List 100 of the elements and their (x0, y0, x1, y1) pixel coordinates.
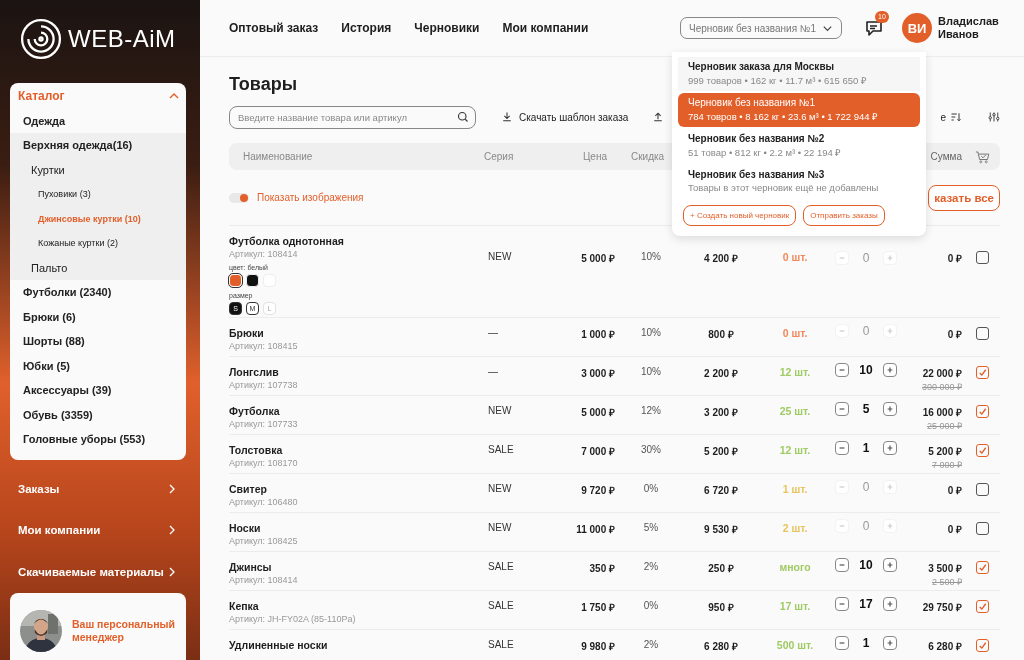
article-number: Артикул: 107738 (229, 380, 299, 390)
order-all-button[interactable]: казать все (928, 184, 1000, 211)
sort-label[interactable]: е (940, 111, 946, 123)
draft-action-button[interactable]: Отправить заказы (803, 205, 885, 226)
logo-icon (20, 18, 62, 61)
nav-link[interactable]: Оптовый заказ (229, 21, 319, 35)
stock-label: много (779, 561, 811, 573)
stock-label: 17 шт. (779, 600, 811, 612)
chat-icon[interactable] (864, 18, 884, 38)
decrease-button[interactable] (835, 636, 849, 650)
search-icon (457, 110, 469, 123)
table-cell: 12% (641, 405, 661, 416)
upload-icon[interactable] (652, 111, 665, 123)
stock-label: 12 шт. (779, 444, 811, 456)
quantity-value: 1 (862, 636, 870, 650)
table-cell-text: 5 200 ₽ (704, 445, 738, 458)
table-cell-text: NEW (487, 522, 513, 533)
decrease-button[interactable] (835, 363, 849, 377)
product-name: Лонгслив (229, 366, 280, 378)
table-cell-text: 950 ₽ (708, 601, 734, 614)
category-item[interactable]: Аксессуары (39) (10, 378, 186, 403)
increase-button[interactable] (883, 441, 897, 455)
table-cell-text: SALE (487, 444, 515, 455)
article-number: Артикул: 108170 (229, 458, 299, 468)
checkbox[interactable] (975, 327, 989, 340)
category-item[interactable]: Футболки (2340) (10, 280, 186, 305)
checkbox[interactable] (975, 639, 989, 652)
download-icon[interactable] (501, 111, 513, 123)
table-cell-text: 4 200 ₽ (704, 252, 738, 265)
product-name: Удлиненные носки (229, 639, 329, 651)
table-cell-text: 6 280 ₽ (704, 640, 738, 653)
category-item[interactable]: Юбки (5) (10, 353, 186, 379)
table-cell: 5% (643, 522, 659, 533)
table-cell: 30% (641, 444, 661, 455)
category-item[interactable]: Кожаные куртки (2) (10, 231, 186, 256)
product-name: Джинсы (229, 561, 273, 573)
category-item[interactable]: Брюки (6) (10, 304, 186, 330)
draft-item[interactable]: Черновик без названия №1 784 товров • 8 162 кг • 23.6 м³ • 1 722 944 ₽ (678, 93, 920, 127)
stock-label: 0 шт. (782, 327, 808, 339)
checkbox[interactable] (975, 561, 989, 574)
sidebar-nav-item[interactable]: Мои компании (10, 509, 186, 552)
decrease-button[interactable] (835, 597, 849, 611)
increase-button[interactable] (883, 636, 897, 650)
toggle-switch[interactable] (229, 192, 249, 203)
category-item[interactable]: Шорты (88) (10, 329, 186, 354)
table-cell-text: — (487, 366, 499, 377)
draft-select[interactable]: Черновик без названия №1 (680, 17, 842, 39)
filter-icon[interactable] (988, 111, 1000, 123)
sidebar-nav-item[interactable]: Заказы (10, 467, 186, 510)
decrease-button[interactable] (835, 558, 849, 572)
decrease-button[interactable] (835, 402, 849, 416)
checkbox[interactable] (975, 444, 989, 457)
increase-button[interactable] (883, 363, 897, 377)
sum-value: 6 280 ₽ (928, 640, 962, 653)
download-link[interactable]: Скачать шаблон заказа (519, 111, 629, 123)
product-name: Носки (229, 522, 262, 534)
manager-label: Ваш персональный менеджер (72, 617, 176, 644)
sum-value: 3 500 ₽ (928, 562, 962, 575)
quantity-value: 10 (859, 558, 873, 572)
category-item[interactable]: Пальто (10, 255, 186, 281)
category-item[interactable]: Одежда (10, 108, 186, 134)
checkbox[interactable] (975, 600, 989, 613)
draft-item[interactable]: Черновик заказа для Москвы 999 товаров • 162 кг • 11.7 м³ • 615 650 ₽ (678, 57, 920, 91)
nav-link[interactable]: Мои компании (502, 21, 589, 35)
increase-button[interactable] (883, 597, 897, 611)
draft-action-button[interactable]: + Создать новый черновик (683, 205, 797, 226)
checkbox[interactable] (975, 366, 989, 379)
table-cell-text: 1 750 ₽ (581, 601, 615, 614)
nav-link[interactable]: Черновики (414, 21, 480, 35)
sum-value: 0 ₽ (947, 484, 962, 497)
draft-item[interactable]: Черновик без названия №2 51 товар • 812 кг • 2.2 м³ • 22 194 ₽ (678, 129, 920, 163)
category-item[interactable]: Верхняя одежда(16) (10, 133, 186, 158)
search-field[interactable]: Введите название товара или артикул (229, 105, 476, 129)
category-item[interactable]: Головные уборы (553) (10, 427, 186, 452)
checkbox[interactable] (975, 483, 989, 496)
color-swatch[interactable] (246, 274, 259, 287)
checkbox[interactable] (975, 405, 989, 418)
sum-value: 0 ₽ (947, 252, 962, 265)
nav-link[interactable]: История (341, 21, 392, 35)
category-item[interactable]: Обувь (3359) (10, 402, 186, 428)
quantity-value: 0 (862, 324, 870, 338)
quantity-value: 10 (859, 363, 873, 377)
column-header: Сумма (930, 151, 963, 162)
increase-button[interactable] (883, 402, 897, 416)
category-item[interactable]: Пуховики (3) (10, 182, 186, 207)
sidebar-nav-item[interactable]: Скачиваемые материалы (10, 551, 186, 594)
quantity-value: 0 (862, 519, 870, 533)
sort-icon[interactable] (950, 111, 962, 123)
table-cell: 0% (643, 600, 659, 611)
sum-value: 0 ₽ (947, 523, 962, 536)
draft-item[interactable]: Черновик без названия №3 Товары в этот черновик ещё не добавлены (678, 165, 920, 197)
increase-button[interactable] (883, 558, 897, 572)
article-number: Артикул: 108414 (229, 249, 299, 259)
table-cell-text: 5 000 ₽ (581, 252, 615, 265)
decrease-button[interactable] (835, 441, 849, 455)
category-item[interactable]: Куртки (10, 157, 186, 183)
user-avatar[interactable]: ВИ (902, 13, 932, 43)
checkbox[interactable] (975, 251, 989, 264)
old-sum: 25 000 ₽ (926, 420, 962, 432)
checkbox[interactable] (975, 522, 989, 535)
